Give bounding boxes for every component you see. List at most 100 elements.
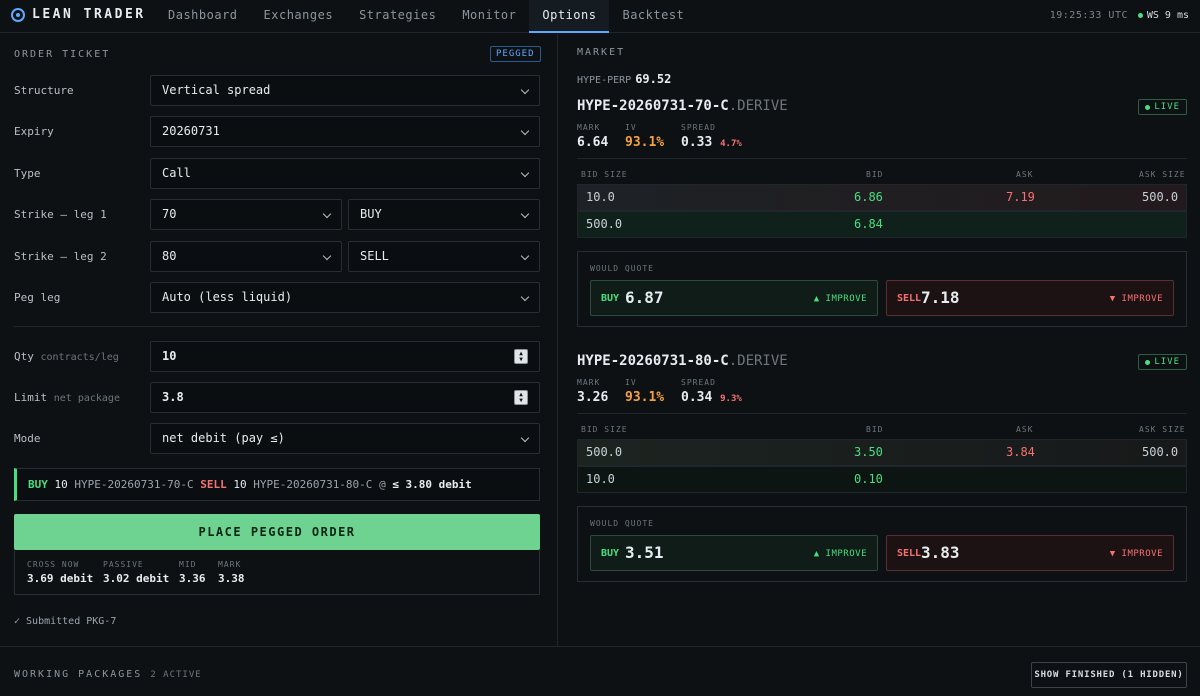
tab-options[interactable]: Options (529, 0, 610, 33)
quote-label: CROSS NOW (27, 560, 80, 569)
improve-down-indicator: ▼ IMPROVE (1109, 549, 1163, 559)
book-header-bid-size: BID SIZE (581, 170, 628, 179)
summary-price: ≤ 3.80 debit (392, 478, 472, 491)
tab-monitor[interactable]: Monitor (449, 0, 529, 33)
leg1-strike-select[interactable]: 70 (150, 199, 342, 230)
leg2-side-select[interactable]: SELL (348, 241, 540, 272)
divider (577, 158, 1187, 159)
bid-price: 6.86 (854, 190, 883, 204)
qty-value: 10 (162, 349, 177, 363)
quote-mark: MARK 3.38 (218, 560, 245, 585)
mode-value: net debit (pay ≤) (162, 431, 285, 445)
quote-cross-now: CROSS NOW 3.69 debit (27, 560, 93, 585)
spread-pct: 9.3% (720, 394, 742, 404)
sell-price: 7.18 (921, 288, 960, 307)
expiry-value: 20260731 (162, 124, 220, 138)
chevron-down-icon (520, 292, 530, 302)
spread-stat: SPREAD 0.34 9.3% (681, 378, 742, 405)
would-quote-buy[interactable]: BUY 3.51 ▲ IMPROVE (590, 535, 878, 571)
iv-stat: IV 93.1% (625, 378, 664, 405)
perp-price: HYPE-PERP 69.52 (577, 72, 671, 86)
buy-price: 6.87 (625, 288, 664, 307)
place-pegged-order-button[interactable]: PLACE PEGGED ORDER (14, 514, 540, 550)
would-quote-title: WOULD QUOTE (590, 264, 654, 273)
stat-label: SPREAD (681, 378, 716, 387)
leg1-side-select[interactable]: BUY (348, 199, 540, 230)
mode-select[interactable]: net debit (pay ≤) (150, 423, 540, 454)
stepper-icon[interactable]: ▲ ▼ (514, 349, 528, 364)
buy-label: BUY (601, 293, 620, 304)
summary-buy-inst: HYPE-20260731-70-C (74, 478, 194, 491)
order-ticket-title: ORDER TICKET (14, 49, 111, 60)
bid-size: 10.0 (586, 190, 615, 204)
tab-exchanges[interactable]: Exchanges (251, 0, 347, 33)
tab-dashboard[interactable]: Dashboard (155, 0, 251, 33)
live-badge: LIVE (1138, 99, 1187, 115)
limit-label-text: Limit (14, 391, 48, 404)
qty-label: Qty contracts/leg (14, 350, 119, 363)
summary-buy: BUY (28, 478, 48, 491)
leg2-label: Strike — leg 2 (14, 250, 107, 263)
leg1-row: Strike — leg 1 70 BUY (14, 199, 540, 230)
market-title: MARKET (577, 47, 626, 58)
status-dot-icon (1145, 359, 1151, 365)
summary-buy-qty: 10 (54, 478, 68, 491)
type-label: Type (14, 167, 41, 180)
stat-value: 0.33 4.7% (681, 135, 742, 150)
instrument-symbol: HYPE-20260731-70-C (577, 98, 729, 114)
qty-input[interactable]: 10 ▲ ▼ (150, 341, 540, 372)
utc-clock: 19:25:33 UTC (1049, 10, 1128, 21)
quote-label: PASSIVE (103, 560, 144, 569)
book-header-ask: ASK (1016, 170, 1034, 179)
summary-at: @ (379, 478, 386, 491)
stat-value: 0.34 9.3% (681, 390, 742, 405)
quote-value: 3.38 (218, 572, 245, 585)
would-quote-panel: WOULD QUOTE BUY 3.51 ▲ IMPROVE SELL 3.83… (577, 506, 1187, 582)
sell-price: 3.83 (921, 543, 960, 562)
instrument-name: HYPE-20260731-70-C.DERIVE (577, 98, 788, 114)
peg-leg-select[interactable]: Auto (less liquid) (150, 282, 540, 313)
ask-price: 7.19 (1006, 190, 1035, 204)
improve-up-indicator: ▲ IMPROVE (813, 549, 867, 559)
book-header-bid: BID (866, 170, 884, 179)
leg1-strike-value: 70 (162, 207, 177, 221)
chevron-down-icon (520, 433, 530, 443)
expiry-label: Expiry (14, 125, 54, 138)
leg2-strike-select[interactable]: 80 (150, 241, 342, 272)
book-row: 500.0 6.84 (577, 211, 1187, 238)
ws-latency: WS 9 ms (1146, 10, 1189, 21)
leg2-side-value: SELL (360, 249, 389, 263)
would-quote-sell[interactable]: SELL 3.83 ▼ IMPROVE (886, 535, 1174, 571)
brand[interactable]: LEAN TRADER (11, 7, 146, 22)
chevron-down-icon (520, 209, 530, 219)
instrument-name: HYPE-20260731-80-C.DERIVE (577, 353, 788, 369)
show-finished-button[interactable]: SHOW FINISHED (1 HIDDEN) (1031, 662, 1187, 688)
type-select[interactable]: Call (150, 158, 540, 189)
quote-mid: MID 3.36 (179, 560, 206, 585)
stat-value: 6.64 (577, 135, 609, 150)
bid-price: 3.50 (854, 445, 883, 459)
tab-backtest[interactable]: Backtest (609, 0, 697, 33)
expiry-select[interactable]: 20260731 (150, 116, 540, 147)
book-row: 10.0 6.86 7.19 500.0 (577, 184, 1187, 211)
limit-input[interactable]: 3.8 ▲ ▼ (150, 382, 540, 413)
app-name: LEAN TRADER (32, 7, 146, 22)
would-quote-sell[interactable]: SELL 7.18 ▼ IMPROVE (886, 280, 1174, 316)
spread-pct: 4.7% (720, 139, 742, 149)
instrument-symbol: HYPE-20260731-80-C (577, 353, 729, 369)
top-bar: LEAN TRADER Dashboard Exchanges Strategi… (0, 0, 1200, 33)
bid-price: 0.10 (854, 472, 883, 486)
stat-label: IV (625, 378, 637, 387)
book-header-ask-size: ASK SIZE (1139, 170, 1186, 179)
quote-value: 3.69 debit (27, 572, 94, 585)
stat-label: SPREAD (681, 123, 716, 132)
tab-strategies[interactable]: Strategies (346, 0, 449, 33)
live-badge: LIVE (1138, 354, 1187, 370)
quote-label: MID (179, 560, 197, 569)
structure-select[interactable]: Vertical spread (150, 75, 540, 106)
structure-label: Structure (14, 84, 74, 97)
stat-label: IV (625, 123, 637, 132)
stepper-icon[interactable]: ▲ ▼ (514, 390, 528, 405)
bid-size: 10.0 (586, 472, 615, 486)
would-quote-buy[interactable]: BUY 6.87 ▲ IMPROVE (590, 280, 878, 316)
